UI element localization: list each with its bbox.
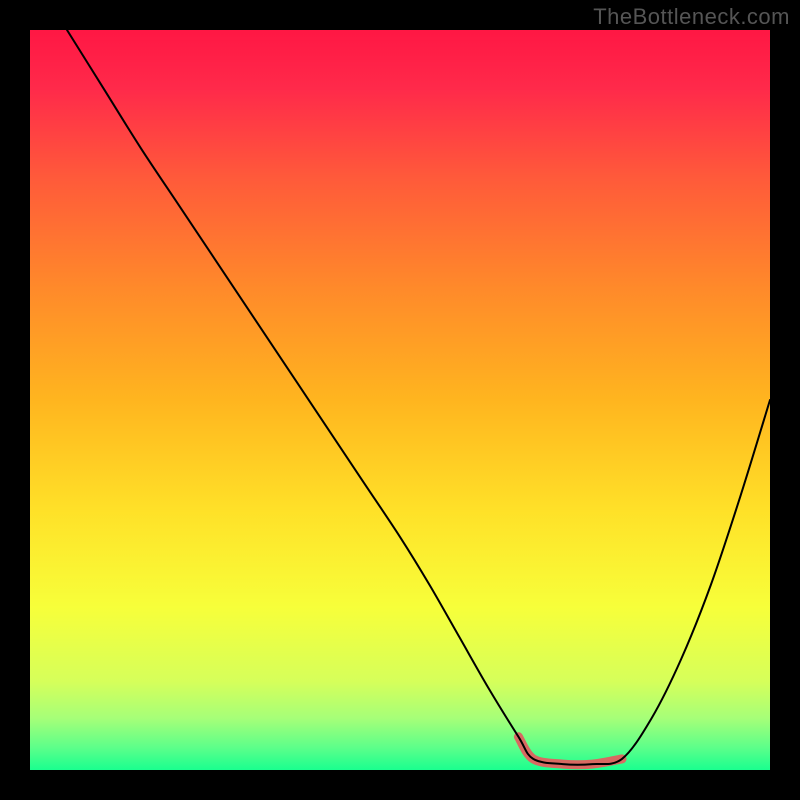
chart-container: TheBottleneck.com [0, 0, 800, 800]
plot-area [30, 30, 770, 770]
watermark-text: TheBottleneck.com [593, 4, 790, 30]
gradient-background [30, 30, 770, 770]
bottleneck-chart [30, 30, 770, 770]
